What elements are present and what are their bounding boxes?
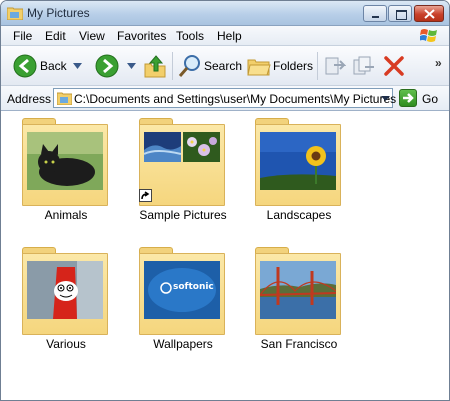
folder-icon xyxy=(139,118,227,208)
folder-icon xyxy=(255,247,343,337)
folder-name: Animals xyxy=(44,208,88,222)
wallpaper-thumbnail: softonic xyxy=(144,261,220,319)
toolbar: Back Search Folders » xyxy=(1,46,449,86)
cat-thumbnail xyxy=(27,132,103,190)
toolbar-separator xyxy=(317,52,318,80)
folder-icon xyxy=(22,118,110,208)
back-arrow-icon xyxy=(13,54,37,78)
forward-arrow-icon xyxy=(95,54,119,78)
address-dropdown-icon[interactable] xyxy=(379,90,392,106)
search-icon xyxy=(178,55,200,77)
menu-view[interactable]: View xyxy=(79,29,105,43)
folder-san-francisco[interactable]: San Francisco xyxy=(244,247,344,365)
address-label: Address xyxy=(7,92,52,106)
minimize-button[interactable] xyxy=(363,5,387,22)
folders-label: Folders xyxy=(273,59,314,73)
folder-various[interactable]: Various xyxy=(11,247,111,365)
back-label: Back xyxy=(40,59,67,73)
sample-thumbnails xyxy=(144,132,220,162)
wallpaper-brand-text: softonic xyxy=(173,282,214,292)
sunflower-thumbnail xyxy=(260,132,336,190)
folder-animals[interactable]: Animals xyxy=(11,118,111,236)
delete-icon xyxy=(384,56,404,76)
search-button[interactable]: Search xyxy=(177,52,243,80)
go-button[interactable] xyxy=(399,89,417,107)
move-to-button[interactable] xyxy=(323,52,347,80)
folder-icon xyxy=(22,247,110,337)
title-bar[interactable]: My Pictures xyxy=(1,1,449,26)
address-field[interactable]: C:\Documents and Settings\user\My Docume… xyxy=(53,88,397,108)
explorer-window: My Pictures File Edit View Favorites Too… xyxy=(0,0,450,401)
toolbar-separator xyxy=(172,52,173,80)
toy-thumbnail xyxy=(27,261,103,319)
up-folder-icon xyxy=(144,55,166,78)
toolbar-overflow-icon[interactable]: » xyxy=(435,56,442,70)
folders-button[interactable]: Folders xyxy=(246,52,314,80)
copy-to-icon xyxy=(353,56,374,75)
copy-to-button[interactable] xyxy=(352,52,376,80)
folder-name: San Francisco xyxy=(260,337,338,351)
menu-bar: File Edit View Favorites Tools Help xyxy=(1,26,449,46)
golden-gate-thumbnail xyxy=(260,261,336,319)
address-value: C:\Documents and Settings\user\My Docume… xyxy=(74,92,397,106)
delete-button[interactable] xyxy=(381,52,407,80)
menu-help[interactable]: Help xyxy=(217,29,242,43)
folder-icon xyxy=(57,92,72,105)
folders-icon xyxy=(247,59,271,76)
folder-name: Wallpapers xyxy=(153,337,213,351)
close-button[interactable] xyxy=(414,5,444,22)
folder-name: Various xyxy=(46,337,86,351)
menu-favorites[interactable]: Favorites xyxy=(117,29,166,43)
go-label[interactable]: Go xyxy=(422,92,438,106)
folder-name: Landscapes xyxy=(266,208,332,222)
folder-sample-pictures[interactable]: Sample Pictures xyxy=(128,118,228,236)
move-to-icon xyxy=(325,57,346,75)
up-folder-button[interactable] xyxy=(143,52,167,80)
menu-file[interactable]: File xyxy=(13,29,32,43)
folder-view: Animals Sample Pictures Landscapes Vario… xyxy=(1,111,449,400)
folder-icon: softonic xyxy=(139,247,227,337)
go-arrow-icon xyxy=(403,93,414,103)
search-label: Search xyxy=(204,59,243,73)
folder-name: Sample Pictures xyxy=(139,208,227,222)
close-icon xyxy=(424,9,435,19)
address-bar: Address C:\Documents and Settings\user\M… xyxy=(1,86,449,111)
back-dropdown-icon[interactable] xyxy=(73,63,82,69)
folder-icon xyxy=(255,118,343,208)
menu-edit[interactable]: Edit xyxy=(45,29,66,43)
folder-landscapes[interactable]: Landscapes xyxy=(244,118,344,236)
shortcut-arrow-icon xyxy=(139,189,152,202)
window-title: My Pictures xyxy=(27,6,90,20)
folder-wallpapers[interactable]: softonic Wallpapers xyxy=(128,247,228,365)
maximize-button[interactable] xyxy=(388,5,412,22)
menu-tools[interactable]: Tools xyxy=(176,29,204,43)
forward-dropdown-icon[interactable] xyxy=(127,63,136,69)
back-button[interactable]: Back xyxy=(11,52,67,80)
forward-button[interactable] xyxy=(93,52,121,80)
windows-logo-icon xyxy=(420,29,437,42)
folder-icon xyxy=(7,7,23,20)
